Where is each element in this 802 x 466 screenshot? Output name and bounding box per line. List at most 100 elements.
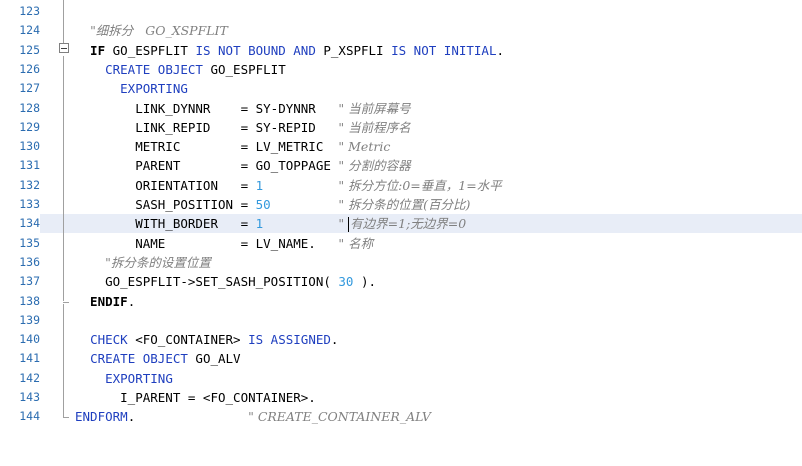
code-text[interactable]: "拆分条的设置位置 <box>75 253 211 272</box>
code-line[interactable]: 132 ORIENTATION = 1 " 拆分方位:0=垂直，1=水平 <box>0 176 802 195</box>
code-token: WITH_BORDER = <box>75 216 256 232</box>
line-number: 144 <box>19 409 40 424</box>
code-text[interactable]: EXPORTING <box>75 79 188 98</box>
code-line[interactable]: 130 METRIC = LV_METRIC " Metric <box>0 137 802 156</box>
line-number: 126 <box>19 61 40 76</box>
code-token: " 分割的容器 <box>338 158 411 174</box>
code-line[interactable]: 140 CHECK <FO_CONTAINER> IS ASSIGNED. <box>0 330 802 349</box>
line-number: 125 <box>19 42 40 57</box>
line-number: 140 <box>19 332 40 347</box>
code-line[interactable]: 123 <box>0 2 802 21</box>
code-token: ENDIF <box>75 293 128 309</box>
line-number: 137 <box>19 274 40 289</box>
code-text[interactable]: CREATE OBJECT GO_ALV <box>75 349 241 368</box>
code-line[interactable]: 129 LINK_REPID = SY-REPID " 当前程序名 <box>0 118 802 137</box>
code-text[interactable]: LINK_REPID = SY-REPID " 当前程序名 <box>75 118 411 137</box>
line-number: 141 <box>19 351 40 366</box>
code-line[interactable]: 139 <box>0 311 802 330</box>
code-token: 50 <box>255 197 271 212</box>
code-text[interactable]: EXPORTING <box>75 369 173 388</box>
code-token: PARENT = GO_TOPPAGE <box>75 158 339 174</box>
code-line[interactable]: 143 I_PARENT = <FO_CONTAINER>. <box>0 388 802 407</box>
code-token: GO_ESPFLIT <box>112 42 196 58</box>
code-text[interactable]: ENDFORM. " CREATE_CONTAINER_ALV <box>75 407 431 426</box>
code-editor[interactable]: 123 124 "细拆分 GO_XSPFLIT 125 IF GO_ESPFLIT … <box>0 0 802 466</box>
code-text[interactable]: CREATE OBJECT GO_ESPFLIT <box>75 60 286 79</box>
code-token: <FO_CONTAINER> <box>135 332 249 348</box>
line-number: 139 <box>19 312 40 327</box>
line-number: 132 <box>19 177 40 192</box>
code-text[interactable]: ENDIF. <box>75 292 135 311</box>
code-token: LINK_DYNNR = SY-DYNNR <box>75 100 339 116</box>
line-number: 127 <box>19 81 40 96</box>
line-number: 142 <box>19 370 40 385</box>
line-number: 128 <box>19 100 40 115</box>
code-line[interactable]: 126 CREATE OBJECT GO_ESPFLIT <box>0 60 802 79</box>
line-number: 133 <box>19 197 40 211</box>
code-token: I_PARENT = <FO_CONTAINER>. <box>75 390 316 405</box>
code-line[interactable]: 141 CREATE OBJECT GO_ALV <box>0 349 802 368</box>
code-line[interactable]: 128 LINK_DYNNR = SY-DYNNR " 当前屏幕号 <box>0 99 802 118</box>
line-number: 123 <box>19 4 40 18</box>
code-text[interactable]: I_PARENT = <FO_CONTAINER>. <box>75 388 316 407</box>
code-token: . <box>330 332 339 348</box>
code-token: NAME = LV_NAME. <box>75 235 339 251</box>
code-line[interactable]: 142 EXPORTING <box>0 369 802 388</box>
code-text[interactable]: LINK_DYNNR = SY-DYNNR " 当前屏幕号 <box>75 99 411 118</box>
collapse-block-icon[interactable] <box>59 43 69 53</box>
code-token: 有边界=1;无边界=0 <box>350 216 467 232</box>
code-token: ENDFORM <box>75 409 128 425</box>
code-line[interactable]: 131 PARENT = GO_TOPPAGE " 分割的容器 <box>0 156 802 175</box>
code-line[interactable]: 125 IF GO_ESPFLIT IS NOT BOUND AND P_XSP… <box>0 41 802 60</box>
code-text[interactable]: SASH_POSITION = 50 " 拆分条的位置(百分比) <box>75 195 470 214</box>
line-number: 130 <box>19 139 40 154</box>
code-line[interactable]: 135 NAME = LV_NAME. " 名称 <box>0 234 802 253</box>
code-token: GO_ALV <box>195 351 241 367</box>
code-text[interactable]: PARENT = GO_TOPPAGE " 分割的容器 <box>75 156 411 175</box>
code-text[interactable]: IF GO_ESPFLIT IS NOT BOUND AND P_XSPFLI … <box>75 41 504 60</box>
line-number: 124 <box>19 23 40 38</box>
code-line[interactable]: 138 ENDIF. <box>0 292 802 311</box>
code-token: EXPORTING <box>120 81 188 97</box>
code-line[interactable]: 127 EXPORTING <box>0 79 802 98</box>
code-token: SASH_POSITION = <box>75 197 256 212</box>
line-number: 131 <box>19 158 40 173</box>
code-token: IS NOT BOUND AND <box>195 42 324 58</box>
code-text[interactable]: WITH_BORDER = 1 " 有边界=1;无边界=0 <box>75 214 466 233</box>
code-text[interactable]: CHECK <FO_CONTAINER> IS ASSIGNED. <box>75 330 338 349</box>
code-token: " CREATE_CONTAINER_ALV <box>248 409 431 425</box>
code-token: . <box>496 42 504 58</box>
code-token: ). <box>353 274 377 290</box>
code-token: " 当前屏幕号 <box>338 100 411 116</box>
code-line[interactable]: 137 GO_ESPFLIT->SET_SASH_POSITION( 30 ). <box>0 272 802 291</box>
fold-guide-form-top <box>63 0 64 43</box>
code-line[interactable]: 133 SASH_POSITION = 50 " 拆分条的位置(百分比) <box>0 195 802 214</box>
code-text[interactable]: "细拆分 GO_XSPFLIT <box>75 21 228 40</box>
code-token: CREATE OBJECT <box>105 61 211 77</box>
code-text[interactable]: GO_ESPFLIT->SET_SASH_POSITION( 30 ). <box>75 272 376 291</box>
code-text[interactable]: METRIC = LV_METRIC " Metric <box>75 137 390 156</box>
code-line[interactable]: 136 "拆分条的设置位置 <box>0 253 802 272</box>
text-cursor <box>348 217 350 233</box>
code-token: IS NOT INITIAL <box>391 42 497 58</box>
code-text[interactable]: ORIENTATION = 1 " 拆分方位:0=垂直，1=水平 <box>75 176 502 195</box>
code-line[interactable]: 124 "细拆分 GO_XSPFLIT <box>0 21 802 40</box>
line-number: 135 <box>19 235 40 250</box>
code-line[interactable]: 134 WITH_BORDER = 1 " 有边界=1;无边界=0 <box>0 214 802 234</box>
fold-guide-form-block <box>63 303 64 418</box>
fold-guide-form-end <box>63 417 69 419</box>
code-token: GO_ESPFLIT->SET_SASH_POSITION( <box>75 274 339 290</box>
code-token: " 当前程序名 <box>338 119 411 135</box>
code-text[interactable]: NAME = LV_NAME. " 名称 <box>75 234 373 253</box>
code-token: " 名称 <box>338 235 374 251</box>
code-token: IF <box>75 42 113 58</box>
code-line[interactable]: 144 ENDFORM. " CREATE_CONTAINER_ALV <box>0 407 802 426</box>
code-token: . <box>127 293 136 309</box>
